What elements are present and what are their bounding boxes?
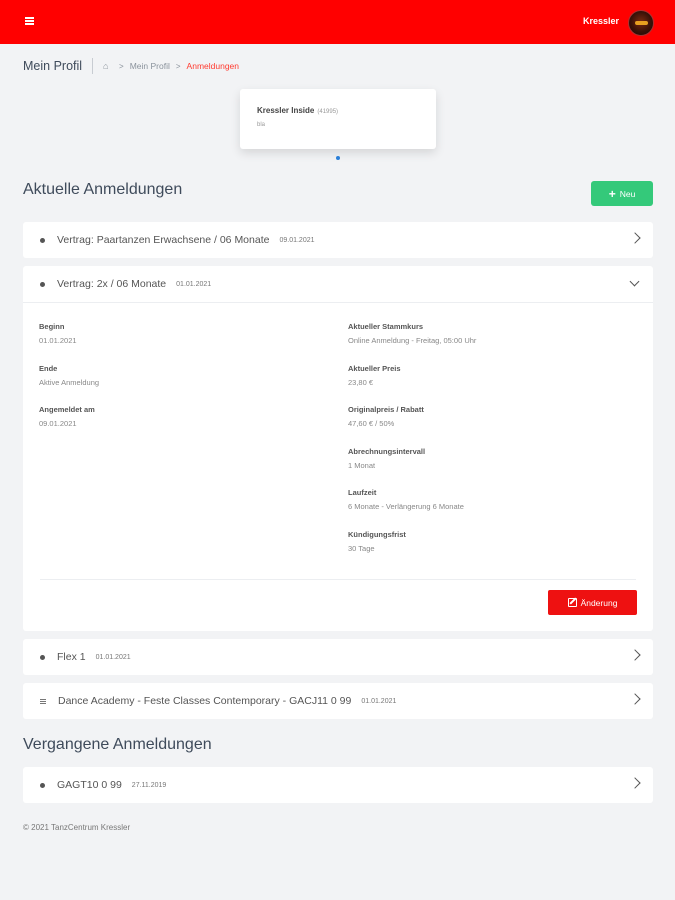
studio-name: Kressler Inside	[257, 106, 315, 115]
breadcrumb-current: Anmeldungen	[186, 61, 240, 71]
footer-copyright: © 2021 TanzCentrum Kressler	[23, 823, 131, 832]
studio-card[interactable]: Kressler Inside (41995) bla	[240, 89, 436, 149]
breadcrumb-link-profile[interactable]: Mein Profil	[130, 61, 170, 71]
top-navbar: Kressler	[0, 0, 675, 44]
detail-label: Aktueller Stammkurs	[348, 322, 424, 331]
detail-label: Ende	[39, 364, 58, 373]
chevron-right-icon[interactable]	[629, 693, 641, 705]
registration-title: GAGT10 0 99	[57, 779, 122, 791]
registration-header[interactable]: Vertrag: Paartanzen Erwachsene / 06 Mona…	[23, 222, 653, 258]
registration-title: Vertrag: Paartanzen Erwachsene / 06 Mona…	[57, 234, 270, 246]
hamburger-icon[interactable]	[25, 17, 34, 25]
detail-label: Originalpreis / Rabatt	[348, 405, 424, 414]
registration-title: Flex 1	[57, 651, 86, 663]
breadcrumb: Mein Profil ⌂ > Mein Profil > Anmeldunge…	[23, 56, 239, 76]
detail-value: 09.01.2021	[39, 419, 77, 428]
detail-value: 23,80 €	[348, 378, 374, 387]
detail-label: Aktueller Preis	[348, 364, 401, 373]
registration-item[interactable]: Dance Academy - Feste Classes Contempora…	[23, 683, 653, 719]
detail-label: Kündigungsfrist	[348, 530, 406, 539]
registration-title: Dance Academy - Feste Classes Contempora…	[58, 695, 352, 707]
plus-icon: +	[608, 186, 616, 201]
studio-subtitle: bla	[257, 122, 266, 128]
bullet-icon	[40, 654, 45, 660]
registration-date: 27.11.2019	[131, 781, 167, 789]
chevron-down-icon[interactable]	[629, 276, 640, 287]
registration-date: 01.01.2021	[95, 653, 131, 661]
detail-value: 47,60 € / 50%	[348, 419, 395, 428]
detail-label: Abrechnungsintervall	[348, 447, 426, 456]
chevron-right-icon[interactable]	[629, 649, 641, 661]
bullet-icon	[40, 281, 45, 287]
page-title: Mein Profil	[23, 59, 83, 73]
detail-value: 01.01.2021	[39, 336, 77, 345]
studio-id: (41995)	[317, 109, 339, 115]
detail-label: Laufzeit	[348, 488, 377, 497]
bullet-icon	[40, 782, 45, 788]
detail-value: 6 Monate - Verlängerung 6 Monate	[348, 502, 464, 511]
section-title-current: Aktuelle Anmeldungen	[23, 181, 183, 198]
detail-label: Beginn	[39, 322, 65, 331]
registration-title: Vertrag: 2x / 06 Monate	[57, 278, 167, 290]
change-button[interactable]: Änderung	[548, 590, 637, 615]
registration-item[interactable]: GAGT10 0 99 27.11.2019	[23, 767, 653, 803]
detail-value: 30 Tage	[348, 544, 375, 553]
breadcrumb-divider	[92, 58, 94, 74]
studio-name-row: Kressler Inside (41995)	[257, 106, 338, 115]
username[interactable]: Kressler	[583, 16, 619, 26]
registration-date: 01.01.2021	[176, 280, 212, 288]
carousel-dot[interactable]	[336, 156, 340, 160]
chevron-right-icon[interactable]	[629, 777, 641, 789]
avatar[interactable]	[628, 10, 654, 36]
detail-field: Aktueller Preis 23,80 €	[348, 364, 401, 387]
detail-field: Abrechnungsintervall 1 Monat	[348, 447, 425, 470]
edit-icon	[567, 598, 577, 607]
detail-field: Angemeldet am 09.01.2021	[39, 405, 95, 428]
detail-field: Aktueller Stammkurs Online Anmeldung - F…	[348, 322, 476, 345]
detail-field: Beginn 01.01.2021	[39, 322, 77, 345]
detail-value: 1 Monat	[348, 461, 376, 470]
chevron-right-icon[interactable]	[629, 232, 641, 244]
chevron-right-icon: >	[175, 61, 181, 71]
bullet-icon	[40, 237, 45, 243]
change-button-label: Änderung	[580, 597, 618, 608]
section-title-past: Vergangene Anmeldungen	[23, 736, 212, 753]
detail-field: Laufzeit 6 Monate - Verlängerung 6 Monat…	[348, 488, 464, 511]
home-icon[interactable]: ⌂	[103, 61, 113, 71]
registration-item[interactable]: Vertrag: Paartanzen Erwachsene / 06 Mona…	[23, 222, 653, 258]
detail-field: Originalpreis / Rabatt 47,60 € / 50%	[348, 405, 424, 428]
detail-field: Ende Aktive Anmeldung	[39, 364, 99, 387]
new-button-label: Neu	[619, 188, 636, 199]
registration-item-expanded[interactable]: Vertrag: 2x / 06 Monate 01.01.2021 Begin…	[23, 266, 653, 631]
detail-value: Aktive Anmeldung	[39, 378, 100, 387]
registration-item[interactable]: Flex 1 01.01.2021	[23, 639, 653, 675]
registration-date: 09.01.2021	[279, 236, 315, 244]
list-icon	[40, 698, 46, 704]
divider	[40, 579, 636, 580]
registration-header[interactable]: Dance Academy - Feste Classes Contempora…	[23, 683, 653, 719]
registration-header[interactable]: Flex 1 01.01.2021	[23, 639, 653, 675]
registration-details: Beginn 01.01.2021 Ende Aktive Anmeldung …	[23, 302, 653, 631]
registration-header[interactable]: GAGT10 0 99 27.11.2019	[23, 767, 653, 803]
detail-field: Kündigungsfrist 30 Tage	[348, 530, 406, 553]
registration-date: 01.01.2021	[361, 697, 397, 705]
chevron-right-icon: >	[119, 61, 124, 71]
detail-label: Angemeldet am	[39, 405, 95, 414]
registration-header[interactable]: Vertrag: 2x / 06 Monate 01.01.2021	[23, 266, 653, 302]
detail-value: Online Anmeldung - Freitag, 05:00 Uhr	[348, 336, 477, 345]
new-registration-button[interactable]: + Neu	[591, 181, 653, 206]
